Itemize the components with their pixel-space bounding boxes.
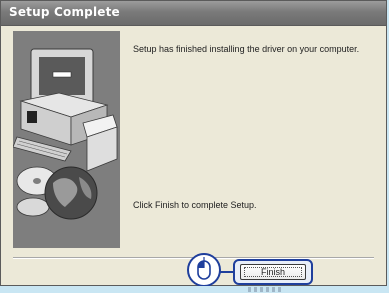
background-strip — [0, 286, 389, 293]
click-finish-instruction: Click Finish to complete Setup. — [133, 200, 257, 210]
decorative-dots — [248, 287, 284, 292]
mouse-click-icon — [197, 257, 211, 280]
setup-finished-message: Setup has finished installing the driver… — [133, 44, 360, 54]
focus-rectangle — [244, 267, 302, 277]
callout-connector — [220, 271, 234, 273]
finish-button-highlight: Finish — [233, 259, 313, 285]
mouse-click-callout — [187, 253, 221, 287]
computer-illustration-icon — [12, 31, 120, 248]
finish-button[interactable]: Finish — [240, 264, 306, 280]
title-bar: Setup Complete — [1, 1, 386, 26]
setup-complete-dialog: Setup Complete Setup has finished instal… — [0, 0, 387, 287]
window-title: Setup Complete — [9, 5, 120, 19]
